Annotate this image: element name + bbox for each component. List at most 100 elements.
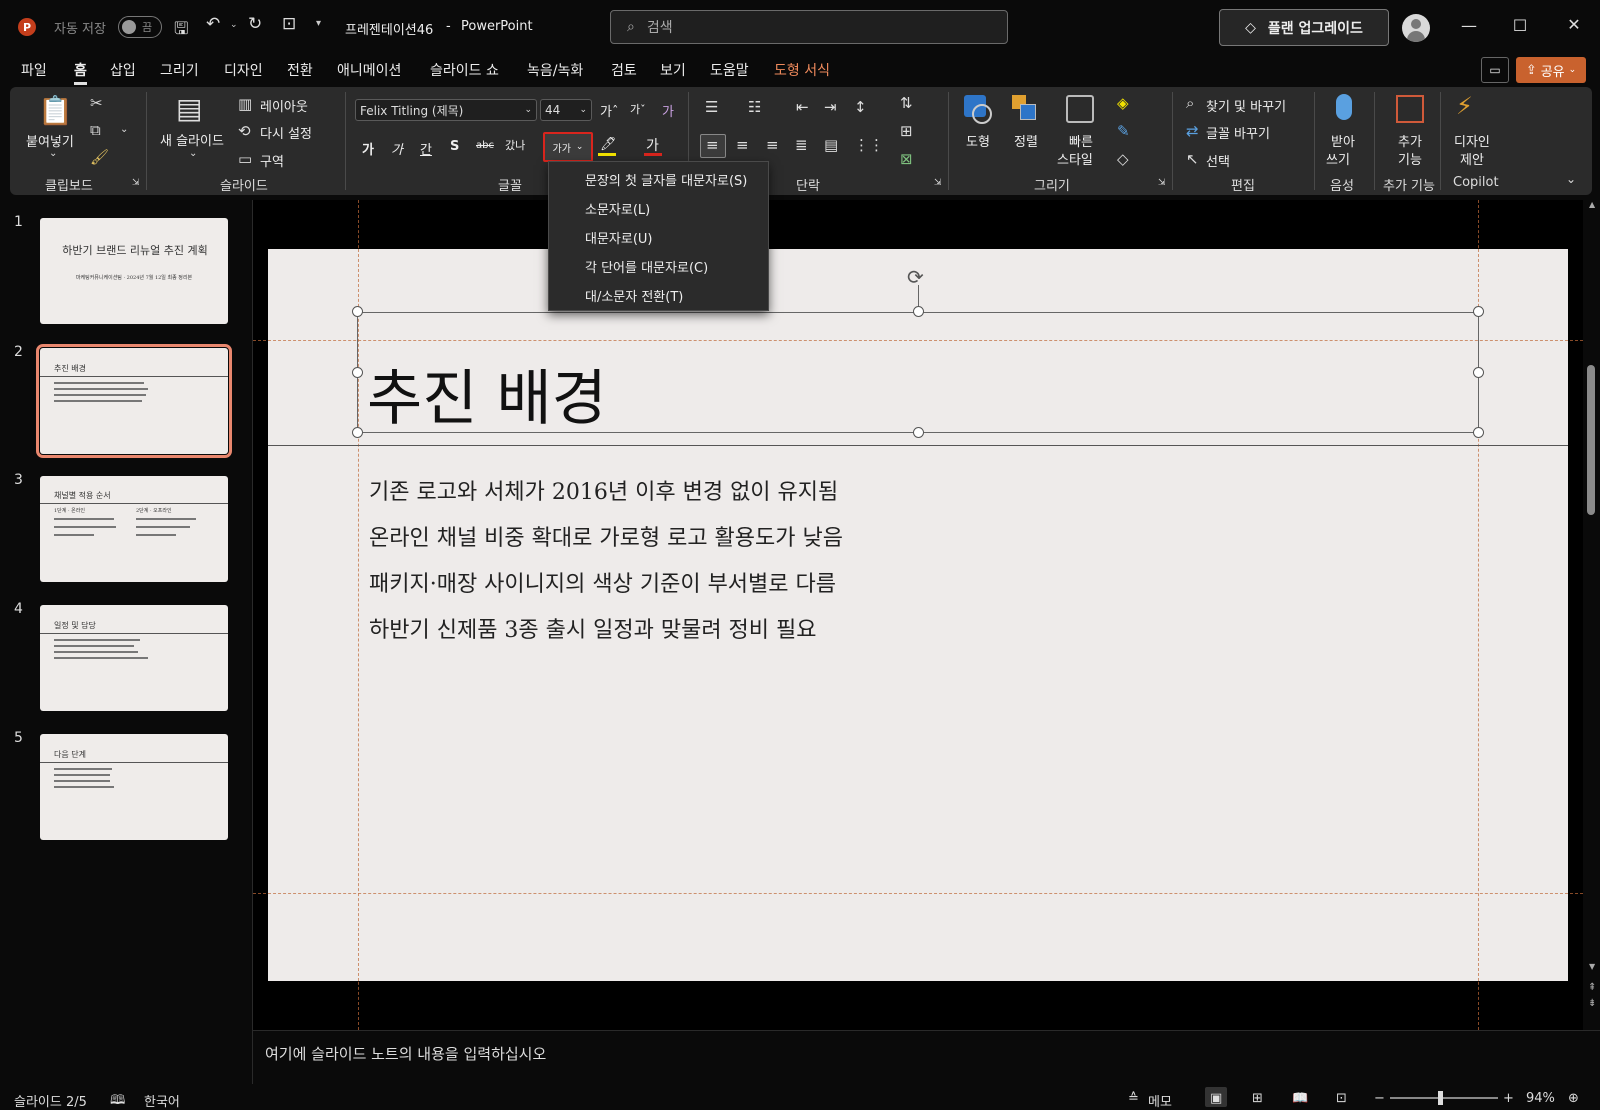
designer-label-2[interactable]: 제안 — [1460, 149, 1484, 168]
new-slide-dropdown-icon[interactable]: ⌄ — [189, 148, 197, 159]
strikethrough-button[interactable]: abc — [476, 140, 494, 151]
copy-dropdown-icon[interactable]: ⌄ — [120, 124, 128, 135]
zoom-slider-track[interactable] — [1390, 1097, 1498, 1099]
bullets-icon[interactable]: ☰ — [705, 98, 718, 116]
section-icon[interactable]: ▭ — [238, 150, 252, 168]
slide-thumbnail-5[interactable]: 다음 단계 — [40, 734, 228, 840]
microphone-icon[interactable] — [1336, 94, 1352, 120]
slide-thumbnail-2[interactable]: 추진 배경 — [36, 344, 232, 458]
notes-toggle-icon[interactable]: ≙ — [1128, 1091, 1139, 1106]
text-direction-icon[interactable]: ⇅ — [900, 94, 913, 112]
section-label[interactable]: 구역 — [260, 151, 284, 170]
tab-file[interactable]: 파일 — [21, 60, 47, 80]
tab-review[interactable]: 검토 — [611, 60, 637, 80]
cut-icon[interactable]: ✂ — [90, 94, 103, 112]
next-slide-icon[interactable]: ⇟ — [1588, 998, 1596, 1009]
fit-to-window-icon[interactable]: ⊕ — [1568, 1091, 1579, 1106]
scroll-up-icon[interactable]: ▲ — [1589, 200, 1595, 209]
save-icon[interactable]: 🖫 — [174, 16, 188, 45]
character-spacing-button[interactable]: 갔나 — [505, 137, 525, 153]
layout-label[interactable]: 레이아웃 — [260, 96, 308, 115]
copy-icon[interactable]: ⧉ — [90, 121, 101, 139]
smartart-icon[interactable]: ⊠ — [900, 150, 913, 168]
select-icon[interactable]: ↖ — [1186, 150, 1199, 168]
tab-shape-format[interactable]: 도형 서식 — [774, 60, 830, 80]
upgrade-button[interactable]: ◇ 플랜 업그레이드 — [1219, 9, 1389, 46]
addins-icon[interactable] — [1396, 95, 1424, 123]
customize-toolbar-icon[interactable]: ▾ — [316, 18, 321, 29]
designer-icon[interactable]: ⚡ — [1456, 92, 1473, 120]
resize-handle[interactable] — [352, 367, 363, 378]
align-right-icon[interactable]: ≡ — [766, 136, 779, 154]
shape-effects-icon[interactable]: ◇ — [1117, 150, 1129, 168]
paste-dropdown-icon[interactable]: ⌄ — [49, 148, 57, 159]
quick-styles-icon[interactable] — [1066, 95, 1094, 123]
layout-icon[interactable]: ▥ — [238, 95, 252, 113]
font-size-select[interactable]: 44 ⌄ — [540, 99, 592, 121]
slide-title[interactable]: 추진 배경 — [367, 350, 607, 437]
scroll-down-icon[interactable]: ▼ — [1589, 962, 1595, 971]
reading-view-icon[interactable]: 📖 — [1292, 1091, 1308, 1106]
resize-handle[interactable] — [1473, 367, 1484, 378]
italic-button[interactable]: 가 — [391, 139, 403, 158]
tab-slideshow[interactable]: 슬라이드 쇼 — [430, 60, 499, 80]
arrange-label[interactable]: 정렬 — [1014, 131, 1038, 150]
justify-icon[interactable]: ≣ — [795, 136, 808, 154]
distributed-icon[interactable]: ▤ — [824, 136, 838, 154]
replace-fonts-label[interactable]: 글꼴 바꾸기 — [1206, 123, 1270, 142]
tab-insert[interactable]: 삽입 — [110, 60, 136, 80]
language-status[interactable]: 한국어 — [144, 1091, 180, 1110]
resize-handle[interactable] — [913, 306, 924, 317]
dictate-label-1[interactable]: 받아 — [1331, 131, 1355, 150]
bold-button[interactable]: 가 — [362, 139, 374, 158]
slide-bullet[interactable]: 온라인 채널 비중 확대로 가로형 로고 활용도가 낮음 — [369, 520, 843, 552]
align-center-icon[interactable]: ≡ — [736, 136, 749, 154]
previous-slide-icon[interactable]: ⇞ — [1588, 982, 1596, 993]
quick-styles-label-2[interactable]: 스타일 — [1057, 149, 1093, 168]
line-spacing-icon[interactable]: ↕ — [854, 98, 867, 116]
slide-thumbnail-4[interactable]: 일정 및 담당 — [40, 605, 228, 711]
dialog-launcher-icon[interactable]: ⇲ — [1158, 178, 1166, 188]
collapse-ribbon-icon[interactable]: ⌄ — [1566, 172, 1576, 186]
decrease-indent-icon[interactable]: ⇤ — [796, 98, 809, 116]
paste-icon[interactable]: 📋 — [38, 94, 73, 127]
menu-item-uppercase[interactable]: 대문자로(U) — [585, 228, 653, 247]
slide-bullet[interactable]: 하반기 신제품 3종 출시 일정과 맞물려 정비 필요 — [369, 612, 817, 644]
underline-button[interactable]: 간 — [420, 139, 432, 158]
resize-handle[interactable] — [1473, 306, 1484, 317]
reset-label[interactable]: 다시 설정 — [260, 123, 312, 142]
autosave-toggle[interactable]: 끔 — [118, 16, 162, 38]
tab-animations[interactable]: 애니메이션 — [337, 60, 401, 80]
search-box[interactable]: ⌕ 검색 — [610, 10, 1008, 44]
new-slide-label[interactable]: 새 슬라이드 — [160, 130, 224, 149]
present-icon[interactable]: ⊡ — [282, 14, 296, 34]
menu-item-lowercase[interactable]: 소문자로(L) — [585, 199, 650, 218]
redo-icon[interactable]: ↻ — [248, 14, 262, 34]
resize-handle[interactable] — [913, 427, 924, 438]
slide-thumbnail-1[interactable]: 하반기 브랜드 리뉴얼 추진 계획 마케팅커뮤니케이션팀 · 2024년 7월 … — [40, 218, 228, 324]
minimize-icon[interactable]: — — [1459, 16, 1479, 35]
font-name-select[interactable]: Felix Titling (제목) ⌄ — [355, 99, 537, 121]
slide-bullet[interactable]: 패키지·매장 사이니지의 색상 기준이 부서별로 다름 — [369, 566, 836, 598]
undo-dropdown-icon[interactable]: ⌄ — [230, 20, 238, 30]
resize-handle[interactable] — [352, 427, 363, 438]
tab-help[interactable]: 도움말 — [710, 60, 749, 80]
shadow-button[interactable]: S — [450, 139, 459, 154]
tab-view[interactable]: 보기 — [660, 60, 686, 80]
zoom-slider-thumb[interactable] — [1438, 1091, 1443, 1105]
numbering-icon[interactable]: ☷ — [748, 98, 761, 116]
font-color-button[interactable]: 가 — [646, 135, 659, 155]
scroll-thumb[interactable] — [1587, 365, 1595, 515]
slide-bullet[interactable]: 기존 로고와 서체가 2016년 이후 변경 없이 유지됨 — [369, 474, 838, 506]
quick-styles-label-1[interactable]: 빠른 — [1069, 131, 1093, 150]
notes-pane[interactable]: 여기에 슬라이드 노트의 내용을 입력하십시오 — [253, 1034, 1600, 1076]
zoom-level[interactable]: 94% — [1526, 1091, 1555, 1106]
tab-record[interactable]: 녹음/녹화 — [527, 60, 583, 80]
notes-toggle-label[interactable]: 메모 — [1148, 1091, 1172, 1110]
format-painter-icon[interactable]: 🖌 — [90, 148, 109, 166]
find-icon[interactable]: ⌕ — [1186, 94, 1194, 112]
zoom-in-icon[interactable]: + — [1503, 1091, 1514, 1106]
resize-handle[interactable] — [352, 306, 363, 317]
maximize-icon[interactable]: ☐ — [1510, 16, 1530, 35]
close-icon[interactable]: ✕ — [1564, 15, 1584, 34]
